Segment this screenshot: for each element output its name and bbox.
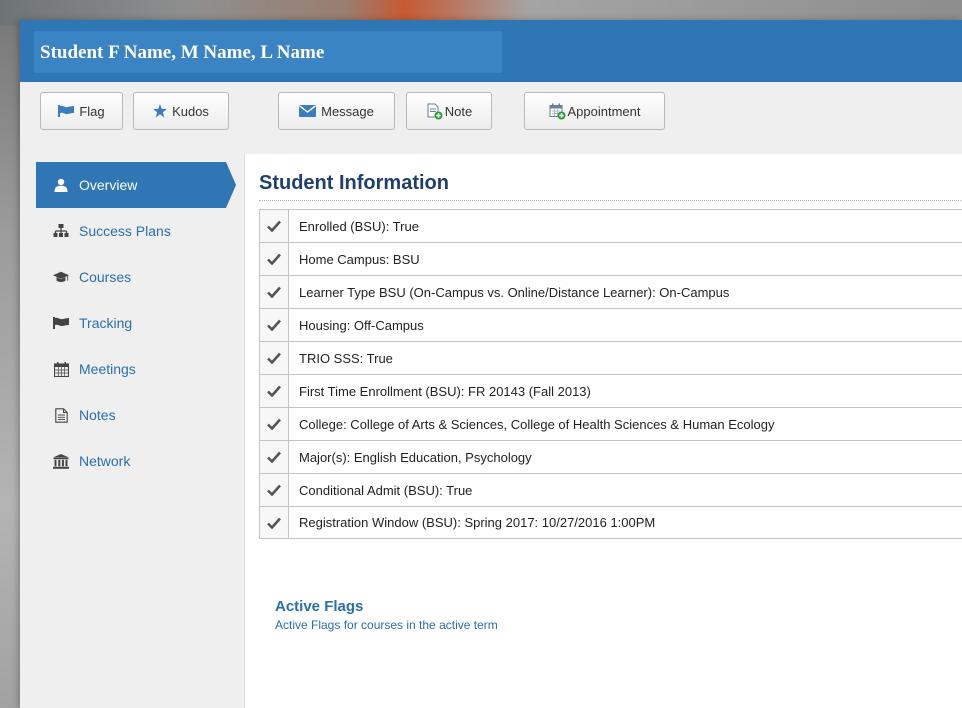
sidebar-item-courses[interactable]: Courses	[36, 254, 236, 300]
info-row-text: First Time Enrollment (BSU): FR 20143 (F…	[299, 383, 591, 399]
info-row: Learner Type BSU (On-Campus vs. Online/D…	[259, 275, 962, 308]
flag-icon	[58, 105, 75, 117]
sidebar-item-network[interactable]: Network	[36, 438, 236, 484]
checkmark-icon	[260, 243, 289, 275]
info-row-text: Enrolled (BSU): True	[299, 218, 419, 234]
sidebar-item-label: Success Plans	[79, 223, 171, 239]
info-row: Housing: Off-Campus	[259, 308, 962, 341]
checkmark-icon	[260, 276, 289, 308]
active-flags-title: Active Flags	[275, 598, 364, 615]
appointment-button[interactable]: Appointment	[524, 92, 665, 130]
flag-button-label: Flag	[79, 103, 105, 119]
sidebar-item-label: Meetings	[79, 361, 136, 377]
kudos-button-label: Kudos	[172, 103, 209, 119]
checkmark-icon	[260, 210, 289, 242]
sidebar-item-overview[interactable]: Overview	[36, 162, 236, 208]
info-row-text: Learner Type BSU (On-Campus vs. Online/D…	[299, 284, 730, 300]
sitemap-icon	[53, 223, 69, 239]
info-row: Major(s): English Education, Psychology	[259, 440, 962, 473]
info-row-text: College: College of Arts & Sciences, Col…	[299, 416, 775, 432]
browser-background-left	[0, 26, 20, 708]
student-name: Student F Name, M Name, L Name	[34, 31, 502, 73]
info-row: First Time Enrollment (BSU): FR 20143 (F…	[259, 374, 962, 407]
info-row: Home Campus: BSU	[259, 242, 962, 275]
sidebar-item-label: Network	[79, 453, 131, 469]
star-icon	[153, 104, 168, 118]
add-appointment-icon	[549, 103, 566, 120]
add-note-icon	[426, 103, 443, 120]
message-button-label: Message	[321, 103, 374, 119]
note-button[interactable]: Note	[406, 92, 492, 130]
checkmark-icon	[260, 474, 289, 506]
info-row-text: Conditional Admit (BSU): True	[299, 482, 473, 498]
info-row: College: College of Arts & Sciences, Col…	[259, 407, 962, 440]
page-title: Student Information	[259, 172, 449, 194]
checkmark-icon	[260, 309, 289, 341]
checkmark-icon	[260, 408, 289, 440]
checkmark-icon	[260, 507, 289, 538]
user-icon	[53, 177, 69, 193]
main-content: Student Information Enrolled (BSU): True…	[244, 154, 962, 708]
document-icon	[53, 407, 69, 423]
sidebar-nav: Overview Success Plans Courses Tracking …	[20, 154, 244, 708]
info-row-text: Housing: Off-Campus	[299, 317, 424, 333]
info-row: Registration Window (BSU): Spring 2017: …	[259, 506, 962, 539]
header-bar: Student F Name, M Name, L Name	[20, 20, 962, 82]
sidebar-item-label: Notes	[79, 407, 116, 423]
checkmark-icon	[260, 441, 289, 473]
sidebar-item-label: Tracking	[79, 315, 133, 331]
envelope-icon	[299, 105, 317, 117]
title-divider	[259, 200, 962, 201]
info-row-text: Home Campus: BSU	[299, 251, 420, 267]
kudos-button[interactable]: Kudos	[133, 92, 229, 130]
student-info-list: Enrolled (BSU): True Home Campus: BSU Lear…	[259, 209, 962, 539]
student-profile-window: Student F Name, M Name, L Name Flag Kudo…	[20, 20, 962, 708]
calendar-icon	[53, 361, 69, 377]
info-row: TRIO SSS: True	[259, 341, 962, 374]
sidebar-item-label: Courses	[79, 269, 132, 285]
sidebar-item-meetings[interactable]: Meetings	[36, 346, 236, 392]
graduation-cap-icon	[53, 269, 69, 285]
sidebar-item-notes[interactable]: Notes	[36, 392, 236, 438]
sidebar-item-success-plans[interactable]: Success Plans	[36, 208, 236, 254]
note-button-label: Note	[444, 103, 473, 119]
sidebar-item-label: Overview	[79, 177, 138, 193]
sidebar-item-tracking[interactable]: Tracking	[36, 300, 236, 346]
appointment-button-label: Appointment	[567, 103, 641, 119]
checkmark-icon	[260, 342, 289, 374]
action-toolbar: Flag Kudos Message Note Appointment	[20, 82, 962, 154]
info-row-text: Registration Window (BSU): Spring 2017: …	[299, 515, 656, 530]
info-row-text: Major(s): English Education, Psychology	[299, 449, 532, 465]
checkmark-icon	[260, 375, 289, 407]
active-flags-subtitle: Active Flags for courses in the active t…	[275, 618, 498, 632]
institution-icon	[53, 453, 69, 469]
flag-icon	[53, 315, 69, 331]
info-row-text: TRIO SSS: True	[299, 350, 393, 366]
flag-button[interactable]: Flag	[40, 92, 123, 130]
info-row: Enrolled (BSU): True	[259, 209, 962, 242]
message-button[interactable]: Message	[278, 92, 395, 130]
info-row: Conditional Admit (BSU): True	[259, 473, 962, 506]
